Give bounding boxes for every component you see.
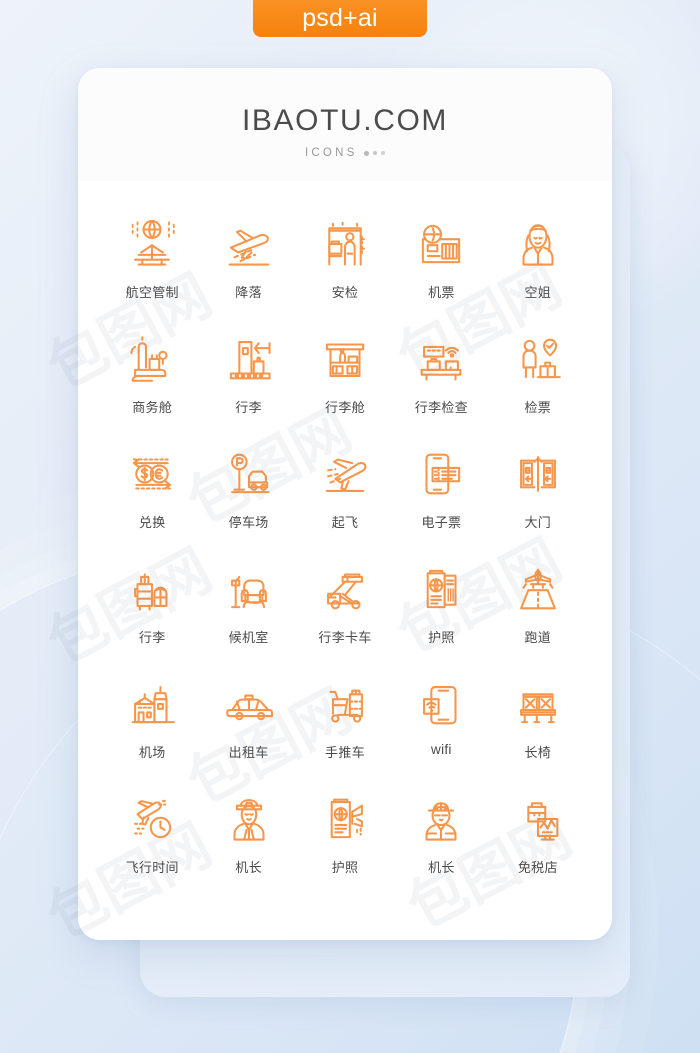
icon-cell[interactable]: wifi <box>393 667 489 782</box>
flight-time-icon <box>123 790 181 848</box>
passport-documents-icon <box>412 560 470 618</box>
icon-cell[interactable]: 检票 <box>490 322 586 437</box>
icon-label: 行李舱 <box>325 400 365 415</box>
icon-cell[interactable]: 行李检查 <box>393 322 489 437</box>
parking-lot-icon <box>220 445 278 503</box>
airport-bench-icon <box>509 675 567 733</box>
icon-cell[interactable]: 停车场 <box>200 437 296 552</box>
icon-grid: 航空管制 降落 安检 机票 空姐 商务舱 行李 行李舱 行李检查 检票 兑换 停… <box>104 207 586 897</box>
runway-icon <box>509 560 567 618</box>
icon-label: 降落 <box>235 285 262 300</box>
icon-label: 机长 <box>428 860 455 875</box>
icon-cell[interactable]: 行李卡车 <box>297 552 393 667</box>
icon-cell[interactable]: 护照 <box>393 552 489 667</box>
icon-cell[interactable]: 机票 <box>393 207 489 322</box>
icon-label: 出租车 <box>228 745 269 760</box>
icon-set-card: IBAOTU.COM ICONS 航空管制 降落 安检 机票 空姐 商务舱 行李… <box>78 68 612 940</box>
icon-cell[interactable]: 跑道 <box>490 552 586 667</box>
subtitle-row: ICONS <box>305 147 385 159</box>
security-check-icon <box>316 215 374 273</box>
icon-label: wifi <box>431 742 452 757</box>
psd-ai-badge: psd+ai <box>253 0 427 37</box>
icon-label: 行李 <box>235 400 262 415</box>
waiting-lounge-icon <box>220 560 278 618</box>
icon-cell[interactable]: 电子票 <box>393 437 489 552</box>
icon-label: 兑换 <box>138 515 166 530</box>
icon-cell[interactable]: 飞行时间 <box>104 782 200 897</box>
business-class-seat-icon <box>123 330 181 388</box>
card-body: 航空管制 降落 安检 机票 空姐 商务舱 行李 行李舱 行李检查 检票 兑换 停… <box>78 181 612 940</box>
icon-label: 飞行时间 <box>125 860 179 875</box>
icon-cell[interactable]: 商务舱 <box>104 322 200 437</box>
wifi-phone-icon <box>412 675 470 733</box>
icon-label: 检票 <box>524 400 552 415</box>
icon-label: 手推车 <box>325 745 365 760</box>
overhead-bin-icon <box>316 330 374 388</box>
takeoff-plane-icon <box>316 445 374 503</box>
baggage-loader-truck-icon <box>316 560 374 618</box>
icon-cell[interactable]: 大门 <box>490 437 586 552</box>
icon-cell[interactable]: 行李 <box>104 552 200 667</box>
icon-cell[interactable]: 免税店 <box>490 782 586 897</box>
airport-terminal-icon <box>123 675 181 733</box>
icon-cell[interactable]: 安检 <box>297 207 393 322</box>
icon-cell[interactable]: 降落 <box>200 207 296 322</box>
icon-label: 行李 <box>138 630 166 645</box>
ground-crew-icon <box>412 790 470 848</box>
currency-exchange-icon <box>123 445 181 503</box>
icon-label: 机场 <box>138 745 166 760</box>
page-title: IBAOTU.COM <box>241 104 448 137</box>
duty-free-shop-icon <box>509 790 567 848</box>
icon-label: 护照 <box>331 860 359 875</box>
card-header: IBAOTU.COM ICONS <box>78 68 612 181</box>
icon-label: 商务舱 <box>132 400 173 415</box>
icon-label: 起飞 <box>331 515 359 530</box>
taxi-icon <box>220 675 278 733</box>
icon-cell[interactable]: 兑换 <box>104 437 200 552</box>
suitcase-bag-icon <box>123 560 181 618</box>
page-subtitle: ICONS <box>305 147 358 159</box>
boarding-gate-icon <box>509 445 567 503</box>
icon-label: 停车场 <box>228 515 269 530</box>
dots-decoration <box>364 150 385 156</box>
landing-plane-icon <box>220 215 278 273</box>
icon-cell[interactable]: 手推车 <box>297 667 393 782</box>
icon-label: 电子票 <box>421 515 462 530</box>
icon-label: 航空管制 <box>125 285 179 300</box>
icon-cell[interactable]: 机长 <box>393 782 489 897</box>
icon-cell[interactable]: 航空管制 <box>104 207 200 322</box>
ticket-check-icon <box>509 330 567 388</box>
icon-label: 空姐 <box>524 285 552 300</box>
icon-cell[interactable]: 机长 <box>200 782 296 897</box>
icon-label: 大门 <box>524 515 552 530</box>
icon-label: 安检 <box>331 285 359 300</box>
icon-label: 机票 <box>428 285 455 300</box>
passport-plane-icon <box>316 790 374 848</box>
icon-label: 行李检查 <box>414 400 468 415</box>
icon-label: 长椅 <box>524 745 552 760</box>
icon-label: 机长 <box>235 860 262 875</box>
icon-label: 跑道 <box>524 630 552 645</box>
icon-cell[interactable]: 候机室 <box>200 552 296 667</box>
icon-label: 候机室 <box>228 630 269 645</box>
icon-cell[interactable]: 出租车 <box>200 667 296 782</box>
luggage-trolley-icon <box>316 675 374 733</box>
air-traffic-control-icon <box>123 215 181 273</box>
icon-cell[interactable]: 行李 <box>200 322 296 437</box>
baggage-scanner-icon <box>412 330 470 388</box>
luggage-conveyor-icon <box>220 330 278 388</box>
icon-label: 护照 <box>428 630 455 645</box>
icon-label: 行李卡车 <box>318 630 372 645</box>
plane-ticket-icon <box>412 215 470 273</box>
icon-cell[interactable]: 护照 <box>297 782 393 897</box>
icon-cell[interactable]: 长椅 <box>490 667 586 782</box>
flight-attendant-icon <box>509 215 567 273</box>
pilot-captain-icon <box>220 790 278 848</box>
icon-cell[interactable]: 机场 <box>104 667 200 782</box>
icon-cell[interactable]: 行李舱 <box>297 322 393 437</box>
icon-label: 免税店 <box>517 860 558 875</box>
icon-cell[interactable]: 起飞 <box>297 437 393 552</box>
icon-cell[interactable]: 空姐 <box>490 207 586 322</box>
e-ticket-icon <box>412 445 470 503</box>
